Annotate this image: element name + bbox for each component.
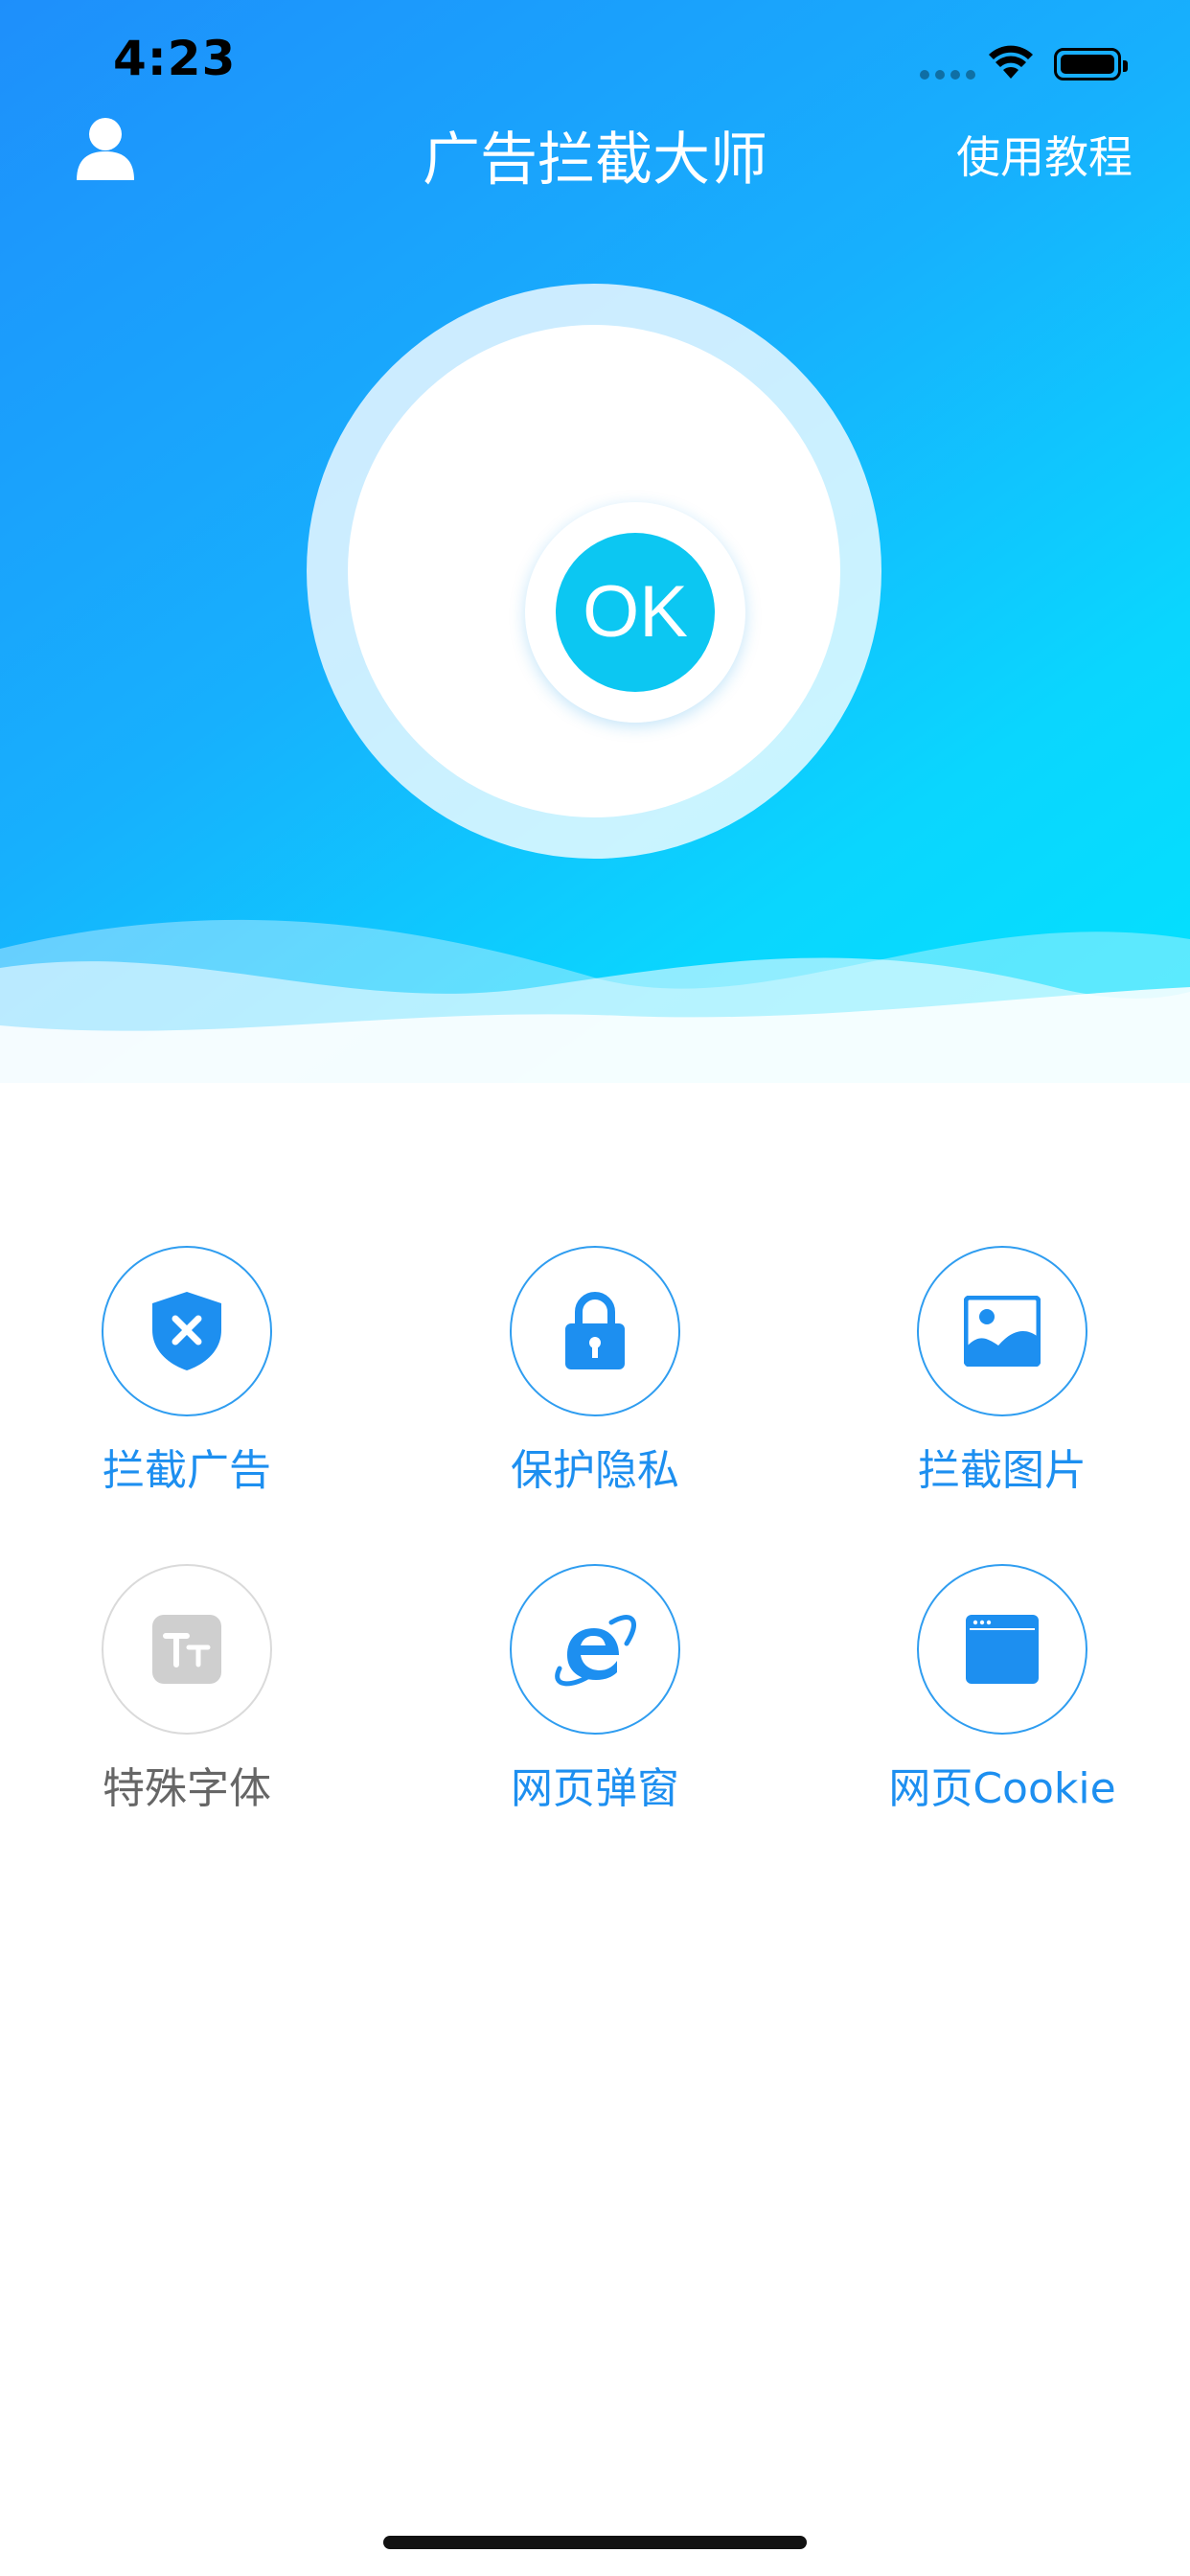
battery-icon	[1054, 48, 1128, 80]
feature-circle[interactable]	[102, 1246, 272, 1416]
tutorial-button[interactable]: 使用教程	[956, 123, 1133, 186]
browser-window-icon	[966, 1615, 1039, 1684]
ok-status-button[interactable]: OK	[556, 533, 715, 692]
feature-label: 保护隐私	[511, 1446, 679, 1495]
feature-circle[interactable]	[510, 1246, 680, 1416]
feature-block-cookie[interactable]: 网页Cookie	[849, 1564, 1156, 1815]
status-ring: OK	[307, 284, 881, 859]
status-disc: OK	[348, 325, 840, 817]
image-icon	[964, 1296, 1041, 1367]
feature-label: 网页Cookie	[888, 1764, 1116, 1813]
cellular-signal-icon	[920, 65, 981, 83]
wave-decoration	[0, 919, 1190, 1121]
feature-block-fonts[interactable]: 特殊字体	[34, 1564, 340, 1815]
font-icon	[152, 1615, 221, 1684]
ie-browser-icon	[555, 1615, 636, 1687]
feature-block-popups[interactable]: 网页弹窗	[442, 1564, 748, 1815]
feature-block-ads[interactable]: 拦截广告	[34, 1246, 340, 1497]
feature-block-privacy[interactable]: 保护隐私	[442, 1246, 748, 1497]
lock-icon	[565, 1292, 625, 1369]
shield-x-icon	[152, 1292, 221, 1370]
top-nav: 广告拦截大师 使用教程	[0, 105, 1190, 194]
feature-block-images[interactable]: 拦截图片	[849, 1246, 1156, 1497]
status-time: 4:23	[113, 31, 237, 86]
feature-circle[interactable]	[917, 1564, 1087, 1735]
wifi-icon	[989, 45, 1033, 79]
feature-label: 拦截广告	[103, 1446, 271, 1495]
feature-circle[interactable]	[917, 1246, 1087, 1416]
feature-circle[interactable]	[510, 1564, 680, 1735]
ok-halo: OK	[525, 502, 745, 723]
feature-label: 特殊字体	[103, 1764, 271, 1813]
feature-label: 拦截图片	[918, 1446, 1087, 1495]
feature-label: 网页弹窗	[511, 1764, 679, 1813]
home-indicator[interactable]	[383, 2536, 807, 2549]
feature-circle[interactable]	[102, 1564, 272, 1735]
